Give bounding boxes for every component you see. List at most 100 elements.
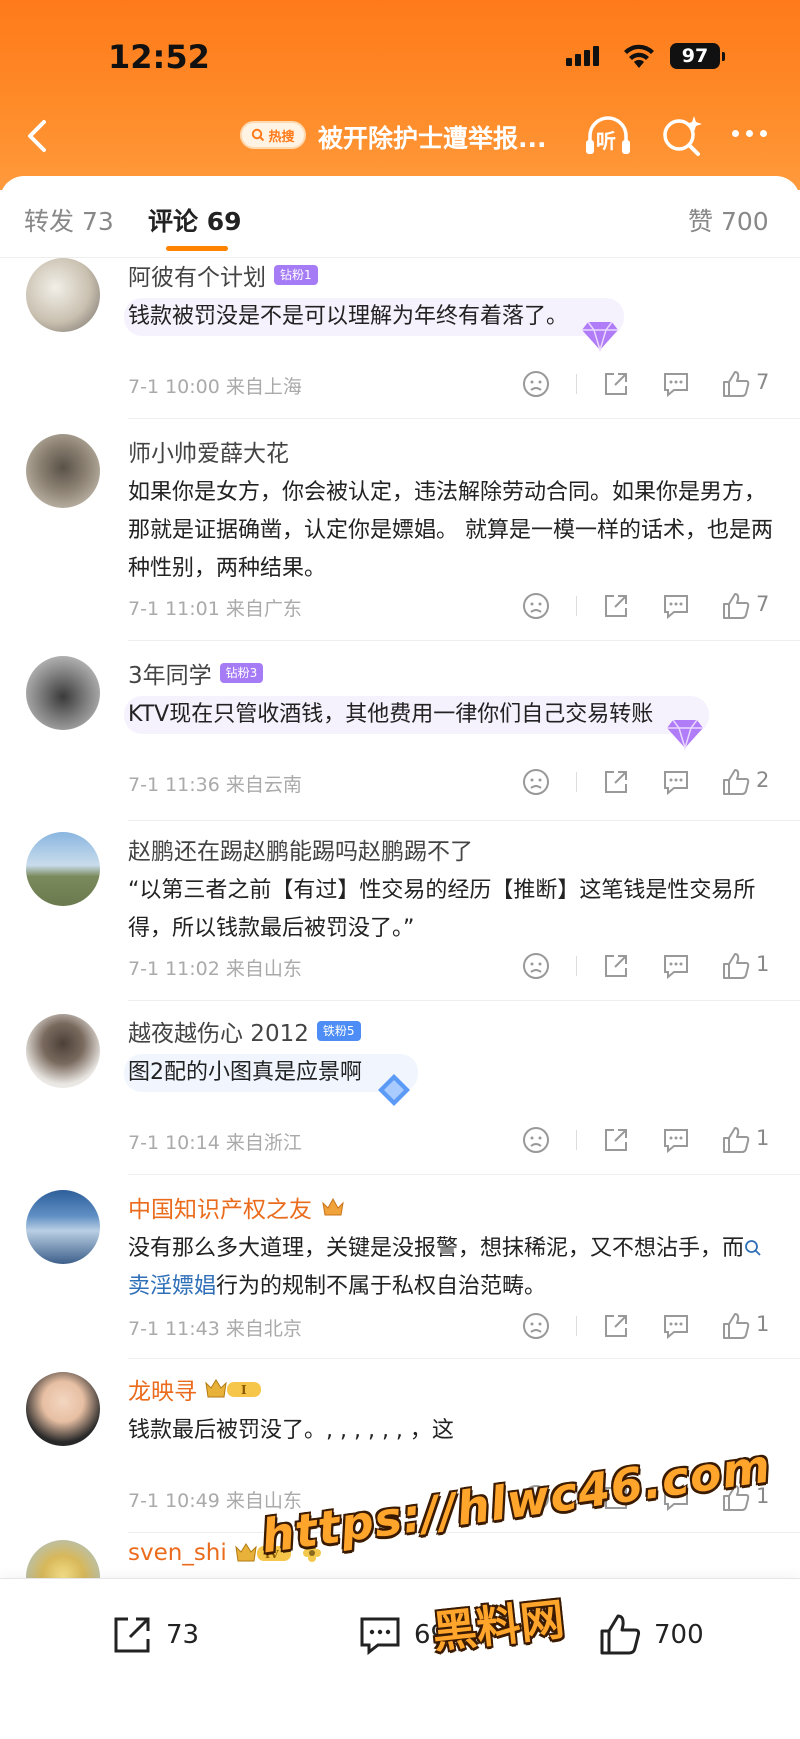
share-icon[interactable] — [600, 950, 632, 982]
topic-title[interactable]: 被开除护士遭举报... — [318, 119, 547, 155]
share-icon[interactable] — [600, 1310, 632, 1342]
like-count: 2 — [756, 768, 770, 792]
like-thumb-icon[interactable] — [720, 1310, 752, 1342]
comment-button[interactable]: 69 — [356, 1611, 447, 1659]
like-button[interactable]: 700 — [596, 1611, 704, 1659]
dislike-face-icon[interactable] — [520, 590, 552, 622]
fan-badge: 钻粉3 — [219, 663, 264, 683]
reply-icon[interactable] — [660, 1310, 692, 1342]
dislike-face-icon[interactable] — [520, 1482, 552, 1514]
active-tab-indicator — [166, 246, 228, 251]
reply-icon[interactable] — [660, 950, 692, 982]
like-thumb-icon[interactable] — [720, 1482, 752, 1514]
share-icon[interactable] — [600, 590, 632, 622]
reply-icon[interactable] — [660, 368, 692, 400]
search-icon — [745, 1240, 761, 1256]
reply-icon[interactable] — [660, 1482, 692, 1514]
battery-indicator: 97 — [670, 43, 725, 69]
comment-location: 来自山东 — [225, 958, 302, 980]
avatar[interactable] — [26, 832, 100, 906]
avatar[interactable] — [26, 1190, 100, 1264]
status-time: 12:52 — [108, 38, 210, 76]
dislike-face-icon[interactable] — [520, 1310, 552, 1342]
comment-time: 7-1 11:43 — [128, 1318, 220, 1340]
comment-text-wrap: KTV现在只管收酒钱，其他费用一律你们自己交易转账 — [124, 696, 778, 750]
repost-button[interactable]: 73 — [108, 1611, 199, 1659]
listen-button[interactable]: 听 — [582, 110, 634, 162]
comment-time: 7-1 11:01 — [128, 598, 220, 620]
like-count: 1 — [756, 1312, 770, 1336]
avatar[interactable] — [26, 1372, 100, 1446]
comment-author[interactable]: 3年同学 — [128, 656, 212, 690]
like-count: 7 — [756, 370, 770, 394]
comment-author[interactable]: 龙映寻 — [128, 1372, 197, 1406]
comment-location: 来自山东 — [225, 1490, 302, 1512]
comment-text-wrap: 图2配的小图真是应景啊 — [124, 1054, 778, 1106]
search-icon — [252, 128, 265, 142]
comment-time: 7-1 10:00 — [128, 376, 220, 398]
like-thumb-icon[interactable] — [720, 950, 752, 982]
avatar[interactable] — [26, 434, 100, 508]
comment-author[interactable]: 阿彼有个计划 — [128, 258, 266, 292]
comment-time: 7-1 11:02 — [128, 958, 220, 980]
comment-text: 如果你是女方，你会被认定，违法解除劳动合同。如果你是男方，那就是证据确凿，认定你… — [128, 480, 773, 581]
comment-divider — [128, 1000, 800, 1001]
ai-search-icon[interactable] — [660, 114, 704, 158]
topic-link-label: 卖淫嫖娼 — [128, 1274, 217, 1299]
comment-meta: 7-1 10:14 来自浙江 — [128, 1128, 302, 1155]
like-thumb-icon[interactable] — [720, 590, 752, 622]
share-icon[interactable] — [600, 766, 632, 798]
comment-time: 7-1 10:49 — [128, 1490, 220, 1512]
comment-divider — [128, 1358, 800, 1359]
share-icon[interactable] — [600, 368, 632, 400]
reply-icon[interactable] — [660, 766, 692, 798]
crown-icon — [322, 1197, 344, 1216]
tab-likes[interactable]: 赞 700 — [688, 202, 769, 238]
dislike-face-icon[interactable] — [520, 368, 552, 400]
like-count: 700 — [654, 1620, 704, 1650]
vip-level-label: IV — [265, 1548, 279, 1561]
reply-icon[interactable] — [660, 1124, 692, 1156]
svg-text:I: I — [241, 1383, 247, 1397]
comment-text-wrap: 没有那么多大道理，关键是没报警，想抹稀泥，又不想沾手，而卖淫嫖娼行为的规制不属于… — [128, 1230, 778, 1306]
share-icon[interactable] — [600, 1124, 632, 1156]
tab-repost[interactable]: 转发 73 — [24, 202, 114, 238]
avatar[interactable] — [26, 1014, 100, 1088]
comment-actions: 1 — [520, 1482, 790, 1514]
avatar[interactable] — [26, 258, 100, 332]
dislike-face-icon[interactable] — [520, 766, 552, 798]
dislike-face-icon[interactable] — [520, 950, 552, 982]
listen-label: 听 — [596, 129, 616, 153]
cellular-signal-icon — [566, 46, 599, 66]
like-thumb-icon[interactable] — [720, 368, 752, 400]
avatar[interactable] — [26, 656, 100, 730]
comment-meta: 7-1 10:49 来自山东 — [128, 1486, 302, 1513]
comment-time: 7-1 11:36 — [128, 774, 220, 796]
hot-search-badge[interactable]: 热搜 — [240, 121, 306, 149]
comment-text: 没有那么多大道理，关键是没报警，想抹稀泥，又不想沾手，而 — [128, 1236, 745, 1261]
like-thumb-icon[interactable] — [720, 766, 752, 798]
comments-panel: 转发 73 评论 69 赞 700 阿彼有个计划 钻粉1 钱款被罚没是不是可以理… — [0, 176, 800, 1614]
divider — [576, 1316, 577, 1336]
back-arrow-icon[interactable] — [18, 114, 62, 158]
comment-author[interactable]: 师小帅爱薛大花 — [128, 434, 289, 468]
status-bar: 12:52 97 — [0, 38, 800, 78]
tab-comments[interactable]: 评论 69 — [148, 202, 242, 238]
comment-meta: 7-1 11:43 来自北京 — [128, 1314, 302, 1341]
comment-author[interactable]: 中国知识产权之友 — [128, 1190, 312, 1224]
comment-author[interactable]: 越夜越伤心 2012 — [128, 1014, 309, 1048]
tab-bar: 转发 73 评论 69 赞 700 — [0, 176, 800, 258]
dislike-face-icon[interactable] — [520, 1124, 552, 1156]
share-icon[interactable] — [600, 1482, 632, 1514]
comment-author[interactable]: 赵鹏还在踢赵鹏能踢吗赵鹏踢不了 — [128, 832, 473, 866]
comment-divider — [128, 820, 800, 821]
like-thumb-icon[interactable] — [720, 1124, 752, 1156]
wifi-icon — [624, 44, 654, 68]
comment-location: 来自浙江 — [225, 1132, 302, 1154]
diamond-icon — [582, 321, 619, 352]
bottom-action-bar: 73 69 700 — [0, 1578, 800, 1739]
reply-icon[interactable] — [660, 590, 692, 622]
share-icon — [114, 1617, 150, 1653]
comment-author[interactable]: sven_shi — [128, 1540, 227, 1566]
more-options-icon[interactable] — [732, 130, 767, 137]
